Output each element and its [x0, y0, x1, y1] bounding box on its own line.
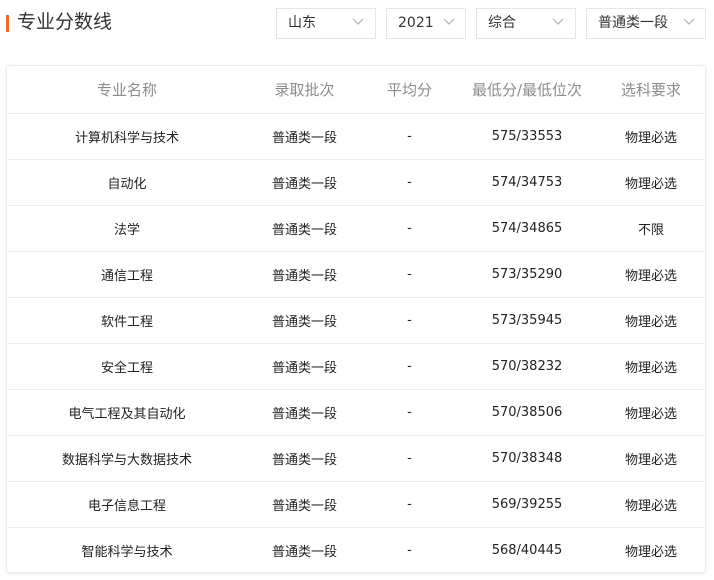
province-select[interactable]: 山东: [276, 8, 376, 39]
cell-major: 电气工程及其自动化: [7, 389, 247, 436]
cell-average: -: [362, 343, 457, 390]
column-header-min-score-rank: 最低分/最低位次: [457, 66, 597, 114]
cell-average: -: [362, 481, 457, 528]
cell-major: 电子信息工程: [7, 481, 247, 528]
cell-min-score-rank: 574/34753: [457, 159, 597, 206]
batch-select-value: 普通类一段: [598, 15, 668, 31]
cell-min-score-rank: 570/38348: [457, 435, 597, 482]
cell-batch: 普通类一段: [247, 481, 362, 528]
cell-major: 自动化: [7, 159, 247, 206]
cell-subject-requirement: 物理必选: [597, 435, 705, 482]
column-header-batch: 录取批次: [247, 66, 362, 114]
cell-average: -: [362, 113, 457, 160]
cell-subject-requirement: 物理必选: [597, 159, 705, 206]
table-row: 自动化 普通类一段 - 574/34753 物理必选: [7, 159, 705, 206]
cell-major: 软件工程: [7, 297, 247, 344]
cell-batch: 普通类一段: [247, 389, 362, 436]
batch-select[interactable]: 普通类一段: [586, 8, 706, 39]
cell-min-score-rank: 573/35290: [457, 251, 597, 298]
cell-batch: 普通类一段: [271, 545, 337, 560]
cell-subject-requirement: 物理必选: [597, 343, 705, 390]
year-select-value: 2021: [398, 15, 434, 31]
cell-average: -: [407, 543, 412, 558]
cell-min-score-rank: 569/39255: [457, 481, 597, 528]
table-row: 安全工程 普通类一段 - 570/38232 物理必选: [7, 343, 705, 390]
score-table-card: 专业名称 录取批次 平均分 最低分/最低位次 选科要求 计算机科学与技术 普通类…: [6, 65, 706, 573]
column-header-average: 平均分: [362, 66, 457, 114]
page-title: 专业分数线: [17, 11, 113, 33]
table-header-row: 专业名称 录取批次 平均分 最低分/最低位次 选科要求: [7, 66, 705, 114]
cell-batch: 普通类一段: [247, 297, 362, 344]
cell-average: -: [362, 205, 457, 252]
column-header-major: 专业名称: [7, 66, 247, 114]
cell-average: -: [362, 389, 457, 436]
subject-type-select-value: 综合: [488, 15, 516, 31]
table-row: 软件工程 普通类一段 - 573/35945 物理必选: [7, 297, 705, 344]
chevron-down-icon: [443, 18, 455, 25]
cell-subject-requirement: 不限: [597, 205, 705, 252]
cell-batch: 普通类一段: [247, 159, 362, 206]
title-accent-bar: [6, 15, 9, 32]
subject-type-select[interactable]: 综合: [476, 8, 576, 39]
table-row: 智能科学与技术 普通类一段 - 568/40445 物理必选: [7, 528, 705, 573]
cell-batch: 普通类一段: [247, 205, 362, 252]
cell-min-score-rank: 570/38506: [457, 389, 597, 436]
cell-average: -: [362, 435, 457, 482]
cell-major: 法学: [7, 205, 247, 252]
cell-batch: 普通类一段: [247, 343, 362, 390]
table-row: 计算机科学与技术 普通类一段 - 575/33553 物理必选: [7, 113, 705, 160]
cell-average: -: [362, 251, 457, 298]
cell-major: 数据科学与大数据技术: [7, 435, 247, 482]
province-select-value: 山东: [288, 15, 316, 31]
page-header: 专业分数线 山东 2021 综合 普通类一段: [0, 0, 714, 48]
cell-average: -: [362, 297, 457, 344]
table-row: 法学 普通类一段 - 574/34865 不限: [7, 205, 705, 252]
cell-average: -: [362, 159, 457, 206]
cell-batch: 普通类一段: [247, 251, 362, 298]
cell-subject-requirement: 物理必选: [597, 481, 705, 528]
cell-major: 智能科学与技术: [81, 545, 173, 560]
chevron-down-icon: [552, 18, 564, 25]
table-row: 通信工程 普通类一段 - 573/35290 物理必选: [7, 251, 705, 298]
chevron-down-icon: [683, 18, 695, 25]
cell-major: 安全工程: [7, 343, 247, 390]
chevron-down-icon: [352, 18, 364, 25]
cell-batch: 普通类一段: [247, 435, 362, 482]
column-header-subject-requirement: 选科要求: [597, 66, 705, 114]
year-select[interactable]: 2021: [386, 8, 466, 39]
table-row: 电子信息工程 普通类一段 - 569/39255 物理必选: [7, 481, 705, 528]
cell-batch: 普通类一段: [247, 113, 362, 160]
cell-min-score-rank: 575/33553: [457, 113, 597, 160]
cell-major: 通信工程: [7, 251, 247, 298]
score-table: 专业名称 录取批次 平均分 最低分/最低位次 选科要求 计算机科学与技术 普通类…: [7, 66, 705, 573]
cell-min-score-rank: 568/40445: [491, 543, 563, 558]
cell-min-score-rank: 570/38232: [457, 343, 597, 390]
table-row: 电气工程及其自动化 普通类一段 - 570/38506 物理必选: [7, 389, 705, 436]
cell-min-score-rank: 574/34865: [457, 205, 597, 252]
cell-subject-requirement: 物理必选: [597, 113, 705, 160]
cell-subject-requirement: 物理必选: [597, 389, 705, 436]
cell-subject-requirement: 物理必选: [597, 297, 705, 344]
cell-subject-requirement: 物理必选: [624, 545, 677, 560]
cell-major: 计算机科学与技术: [7, 113, 247, 160]
table-row: 数据科学与大数据技术 普通类一段 - 570/38348 物理必选: [7, 435, 705, 482]
cell-min-score-rank: 573/35945: [457, 297, 597, 344]
cell-subject-requirement: 物理必选: [597, 251, 705, 298]
